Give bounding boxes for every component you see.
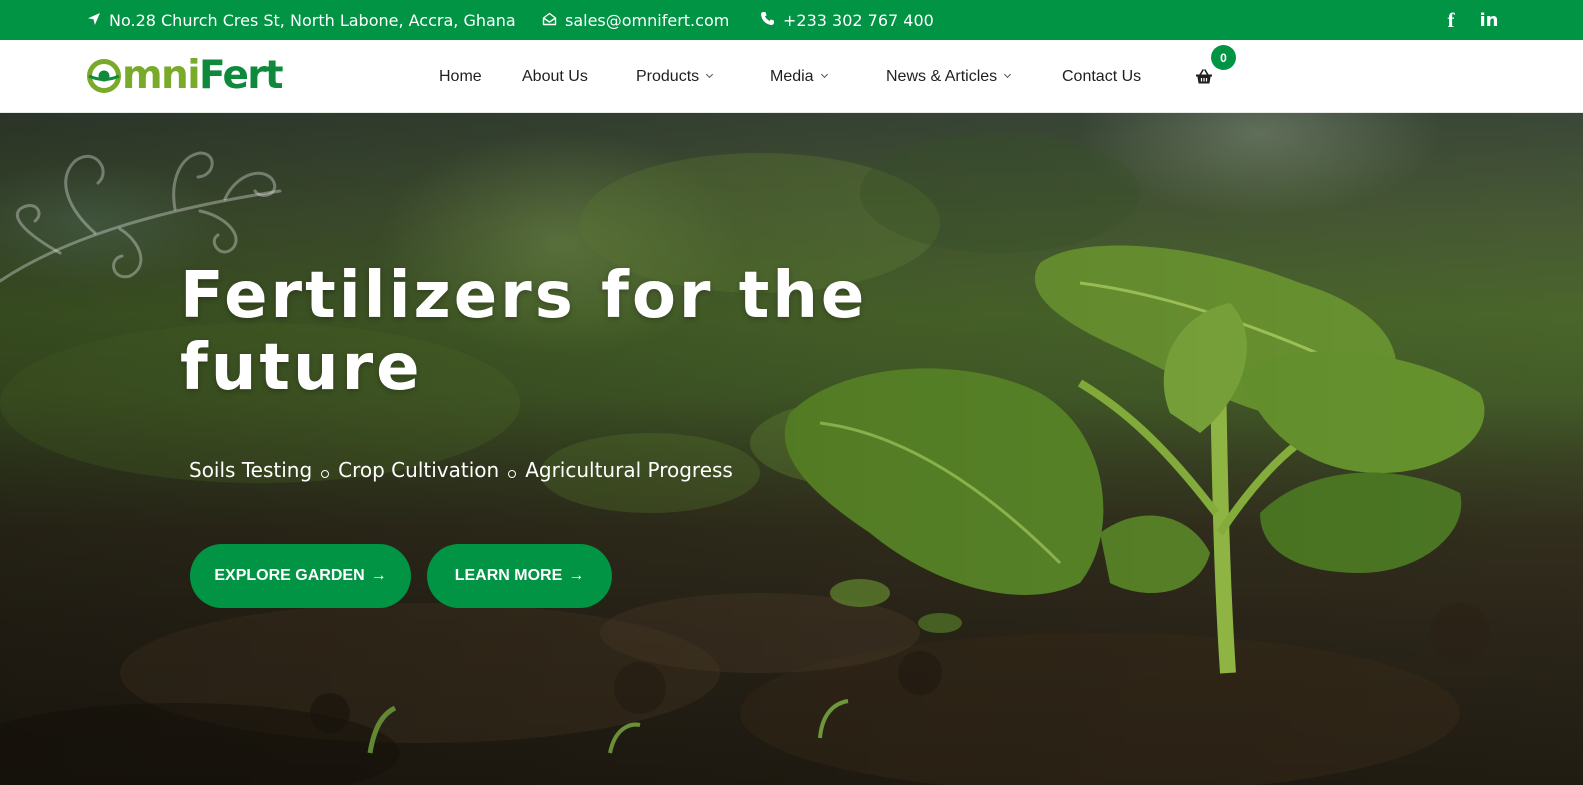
address-text: No.28 Church Cres St, North Labone, Accr… xyxy=(109,10,516,30)
phone-link[interactable]: +233 302 767 400 xyxy=(783,11,934,30)
nav-media[interactable]: Media xyxy=(770,40,828,113)
location-arrow-icon xyxy=(87,11,101,30)
top-info-bar: No.28 Church Cres St, North Labone, Accr… xyxy=(0,0,1583,40)
basket-icon[interactable] xyxy=(1195,68,1213,86)
cart-count-badge[interactable]: 0 xyxy=(1211,45,1236,70)
nav-news-articles[interactable]: News & Articles xyxy=(886,40,1012,113)
email-info[interactable]: sales@omnifert.com xyxy=(542,0,729,40)
logo-text-fert: Fert xyxy=(198,53,284,98)
nav-contact-us[interactable]: Contact Us xyxy=(1062,40,1141,113)
nav-home-label: Home xyxy=(439,67,482,85)
logo-mark-icon xyxy=(87,59,121,93)
explore-garden-label: EXPLORE GARDEN xyxy=(214,567,365,584)
logo-text-omni: mni xyxy=(122,53,201,98)
address-info: No.28 Church Cres St, North Labone, Accr… xyxy=(87,0,516,40)
nav-about-us[interactable]: About Us xyxy=(522,40,588,113)
chevron-down-icon xyxy=(1004,70,1012,79)
nav-products[interactable]: Products xyxy=(636,40,714,113)
envelope-open-icon xyxy=(542,11,557,30)
hero-tagline: Soils Testing Crop Cultivation Agricultu… xyxy=(189,456,733,484)
hero-title-line-2: future xyxy=(180,331,423,405)
arrow-right-icon: → xyxy=(568,567,585,584)
bullet-dot-icon xyxy=(508,470,517,478)
tag-crop-cultivation: Crop Cultivation xyxy=(338,458,500,482)
bullet-dot-icon xyxy=(321,470,330,478)
main-header: mniFert Home About Us Products Media New… xyxy=(0,40,1583,113)
phone-icon xyxy=(760,11,775,30)
nav-about-label: About Us xyxy=(522,67,588,85)
tag-agricultural-progress: Agricultural Progress xyxy=(525,458,733,482)
nav-products-label: Products xyxy=(636,67,700,85)
arrow-right-icon: → xyxy=(370,567,387,584)
nav-home[interactable]: Home xyxy=(439,40,482,113)
hero-title-line-1: Fertilizers for the xyxy=(180,259,868,333)
phone-info[interactable]: +233 302 767 400 xyxy=(760,0,934,40)
hero-title: Fertilizers for the future xyxy=(180,260,920,404)
tag-soils-testing: Soils Testing xyxy=(189,458,313,482)
email-link[interactable]: sales@omnifert.com xyxy=(565,11,729,30)
omnifert-logo[interactable]: mniFert xyxy=(87,53,284,98)
explore-garden-button[interactable]: EXPLORE GARDEN → xyxy=(190,544,411,608)
nav-media-label: Media xyxy=(770,67,814,85)
learn-more-label: LEARN MORE xyxy=(454,567,563,584)
linkedin-icon[interactable]: in xyxy=(1477,0,1501,40)
nav-news-label: News & Articles xyxy=(886,67,998,85)
chevron-down-icon xyxy=(706,70,714,79)
facebook-icon[interactable]: f xyxy=(1442,0,1460,40)
learn-more-button[interactable]: LEARN MORE → xyxy=(427,544,612,608)
nav-contact-label: Contact Us xyxy=(1062,67,1142,85)
hero-section: Fertilizers for the future Soils Testing… xyxy=(0,113,1583,785)
chevron-down-icon xyxy=(820,70,828,79)
logo-wordmark: mniFert xyxy=(122,53,284,98)
